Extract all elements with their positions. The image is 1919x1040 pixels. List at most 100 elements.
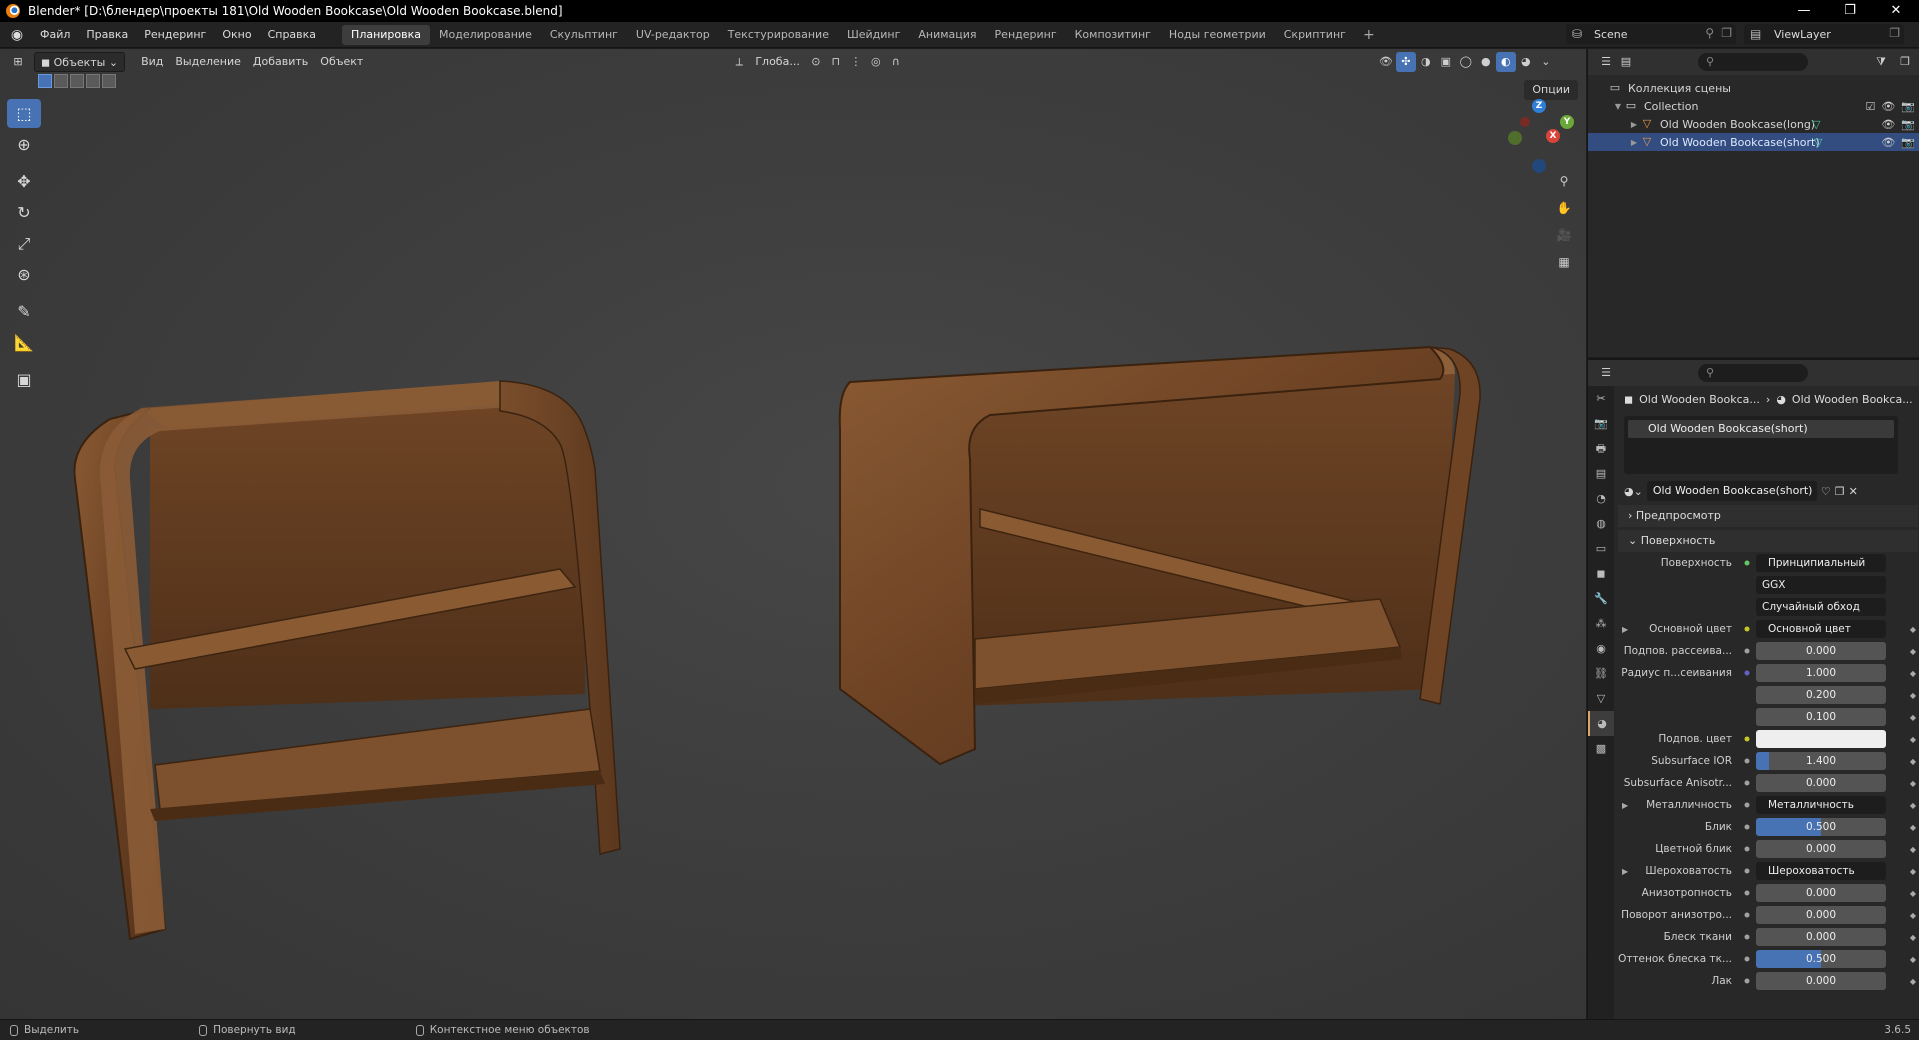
camera-view-icon[interactable]: 🎥 xyxy=(1552,223,1576,247)
add-workspace-button[interactable]: + xyxy=(1355,27,1383,43)
tab-shading[interactable]: Шейдинг xyxy=(838,25,909,45)
gizmo-neg-x[interactable] xyxy=(1520,117,1530,127)
cursor-tool[interactable]: ⊕ xyxy=(7,130,41,159)
bsdf-value-field[interactable]: 0.500 xyxy=(1756,818,1886,836)
orientation-icon[interactable]: ⟂ xyxy=(729,52,749,72)
scene-tab-icon[interactable]: ◔ xyxy=(1588,486,1614,511)
filter-icon[interactable]: ⧩ xyxy=(1871,52,1891,72)
rendered-shading-icon[interactable]: ◕ xyxy=(1516,52,1536,72)
select-subtract-icon[interactable] xyxy=(70,74,84,88)
keyframe-icon[interactable]: ◆ xyxy=(1910,867,1916,876)
render-tab-icon[interactable]: 📷 xyxy=(1588,411,1614,436)
tab-uv-editing[interactable]: UV-редактор xyxy=(627,25,719,45)
zoom-icon[interactable]: ⚲ xyxy=(1552,169,1576,193)
keyframe-icon[interactable]: ◆ xyxy=(1910,779,1916,788)
keyframe-icon[interactable]: ◆ xyxy=(1910,735,1916,744)
socket-icon[interactable] xyxy=(1744,626,1750,632)
add-cube-tool[interactable]: ▣ xyxy=(7,365,41,394)
socket-icon[interactable] xyxy=(1744,978,1750,984)
mesh-data-icon[interactable]: ▽ xyxy=(1814,136,1822,149)
tab-layout[interactable]: Планировка xyxy=(342,24,431,45)
socket-icon[interactable] xyxy=(1744,824,1750,830)
gizmo-neg-z[interactable] xyxy=(1532,159,1546,173)
pan-hand-icon[interactable]: ✋ xyxy=(1552,196,1576,220)
world-tab-icon[interactable]: ◍ xyxy=(1588,511,1614,536)
proportional-edit-icon[interactable]: ◎ xyxy=(866,52,886,72)
bsdf-value-field[interactable]: 0.000 xyxy=(1756,840,1886,858)
select-invert-icon[interactable] xyxy=(86,74,100,88)
bsdf-value-field[interactable]: 0.000 xyxy=(1756,884,1886,902)
new-collection-icon[interactable]: ❐ xyxy=(1895,52,1915,72)
gizmo-x[interactable]: X xyxy=(1546,129,1560,143)
keyframe-icon[interactable]: ◆ xyxy=(1910,977,1916,986)
output-tab-icon[interactable]: 🖶 xyxy=(1588,436,1614,461)
socket-icon[interactable] xyxy=(1744,868,1750,874)
annotate-tool[interactable]: ✎ xyxy=(7,297,41,326)
tab-compositing[interactable]: Композитинг xyxy=(1066,25,1160,45)
keyframe-icon[interactable]: ◆ xyxy=(1910,713,1916,722)
transform-orientation-dropdown[interactable]: Глоба... xyxy=(749,52,805,72)
surface-shader-field[interactable]: Принципиальный BSDF xyxy=(1756,554,1886,572)
bsdf-value-field[interactable]: 0.000 xyxy=(1756,906,1886,924)
distribution-dropdown[interactable]: GGX xyxy=(1756,576,1886,594)
scene-selector[interactable]: ⛁ Scene ⚲ ❐ xyxy=(1566,24,1736,44)
menu-add[interactable]: Добавить xyxy=(247,52,314,72)
constraints-tab-icon[interactable]: ⛓ xyxy=(1588,661,1614,686)
minimize-button[interactable]: — xyxy=(1781,0,1827,22)
pivot-icon[interactable]: ⊙ xyxy=(806,52,826,72)
visibility-icon[interactable]: 👁 xyxy=(1376,52,1396,72)
keyframe-icon[interactable]: ◆ xyxy=(1910,889,1916,898)
wireframe-shading-icon[interactable]: ◯ xyxy=(1456,52,1476,72)
socket-icon[interactable] xyxy=(1744,890,1750,896)
bsdf-value-field[interactable]: 1.400 xyxy=(1756,752,1886,770)
select-intersect-icon[interactable] xyxy=(102,74,116,88)
socket-icon[interactable] xyxy=(1744,736,1750,742)
eye-icon[interactable]: 👁 xyxy=(1881,100,1895,113)
menu-edit[interactable]: Правка xyxy=(78,24,136,46)
keyframe-icon[interactable]: ◆ xyxy=(1910,801,1916,810)
bsdf-value-field[interactable]: 0.500 xyxy=(1756,950,1886,968)
keyframe-icon[interactable]: ◆ xyxy=(1910,669,1916,678)
3d-viewport[interactable]: ⊞ ◼ Объекты ⌄ Вид Выделение Добавить Объ… xyxy=(0,49,1586,1019)
material-slot-list[interactable]: Old Wooden Bookcase(short) xyxy=(1624,416,1898,474)
shading-options-icon[interactable]: ⌄ xyxy=(1536,52,1556,72)
new-scene-icon[interactable]: ❐ xyxy=(1721,26,1732,40)
socket-icon[interactable] xyxy=(1744,846,1750,852)
object-tab-icon[interactable]: ◼ xyxy=(1588,561,1614,586)
keyframe-icon[interactable]: ◆ xyxy=(1910,933,1916,942)
view-layer-selector[interactable]: ▤ ViewLayer ❐ xyxy=(1744,24,1904,44)
mesh-data-icon[interactable]: ▽ xyxy=(1812,118,1820,131)
perspective-grid-icon[interactable]: ▦ xyxy=(1552,250,1576,274)
gizmo-toggle-icon[interactable]: ✣ xyxy=(1395,52,1416,72)
scale-tool[interactable]: ⤢ xyxy=(7,229,41,258)
blender-menu-icon[interactable]: ◉ xyxy=(6,24,28,46)
keyframe-icon[interactable]: ◆ xyxy=(1910,911,1916,920)
outliner-search-input[interactable]: ⚲ xyxy=(1698,53,1808,71)
menu-view[interactable]: Вид xyxy=(135,52,169,72)
tab-rendering[interactable]: Рендеринг xyxy=(986,25,1066,45)
bsdf-value-field[interactable]: 0.000 xyxy=(1756,774,1886,792)
subsurface-method-dropdown[interactable]: Случайный обход xyxy=(1756,598,1886,616)
eye-icon[interactable]: 👁 xyxy=(1881,136,1895,149)
editor-type-icon[interactable]: ⊞ xyxy=(8,52,28,72)
bsdf-value-field[interactable]: Основной цвет xyxy=(1756,620,1886,638)
pin-icon[interactable]: ⚲ xyxy=(1705,26,1714,40)
keyframe-icon[interactable]: ◆ xyxy=(1910,625,1916,634)
tab-sculpting[interactable]: Скульптинг xyxy=(541,25,627,45)
render-camera-icon[interactable]: 📷 xyxy=(1901,118,1915,131)
keyframe-icon[interactable]: ◆ xyxy=(1910,757,1916,766)
outliner-scene-collection[interactable]: ▭ Коллекция сцены xyxy=(1588,79,1919,97)
keyframe-icon[interactable]: ◆ xyxy=(1910,845,1916,854)
gizmo-neg-y[interactable] xyxy=(1508,131,1522,145)
expand-icon[interactable]: ▶ xyxy=(1628,138,1640,147)
expand-socket-icon[interactable]: ▶ xyxy=(1622,625,1628,634)
material-tab-icon[interactable]: ◕ xyxy=(1588,711,1614,736)
bookcase-short-model[interactable] xyxy=(73,380,621,941)
menu-file[interactable]: Файл xyxy=(32,24,78,46)
menu-render[interactable]: Рендеринг xyxy=(136,24,214,46)
bsdf-value-field[interactable]: 0.200 xyxy=(1756,686,1886,704)
panel-surface[interactable]: ⌄ Поверхность xyxy=(1618,530,1918,552)
collapse-icon[interactable]: ▼ xyxy=(1612,102,1624,111)
material-slot-item[interactable]: Old Wooden Bookcase(short) xyxy=(1628,420,1894,438)
expand-socket-icon[interactable]: ▶ xyxy=(1622,867,1628,876)
